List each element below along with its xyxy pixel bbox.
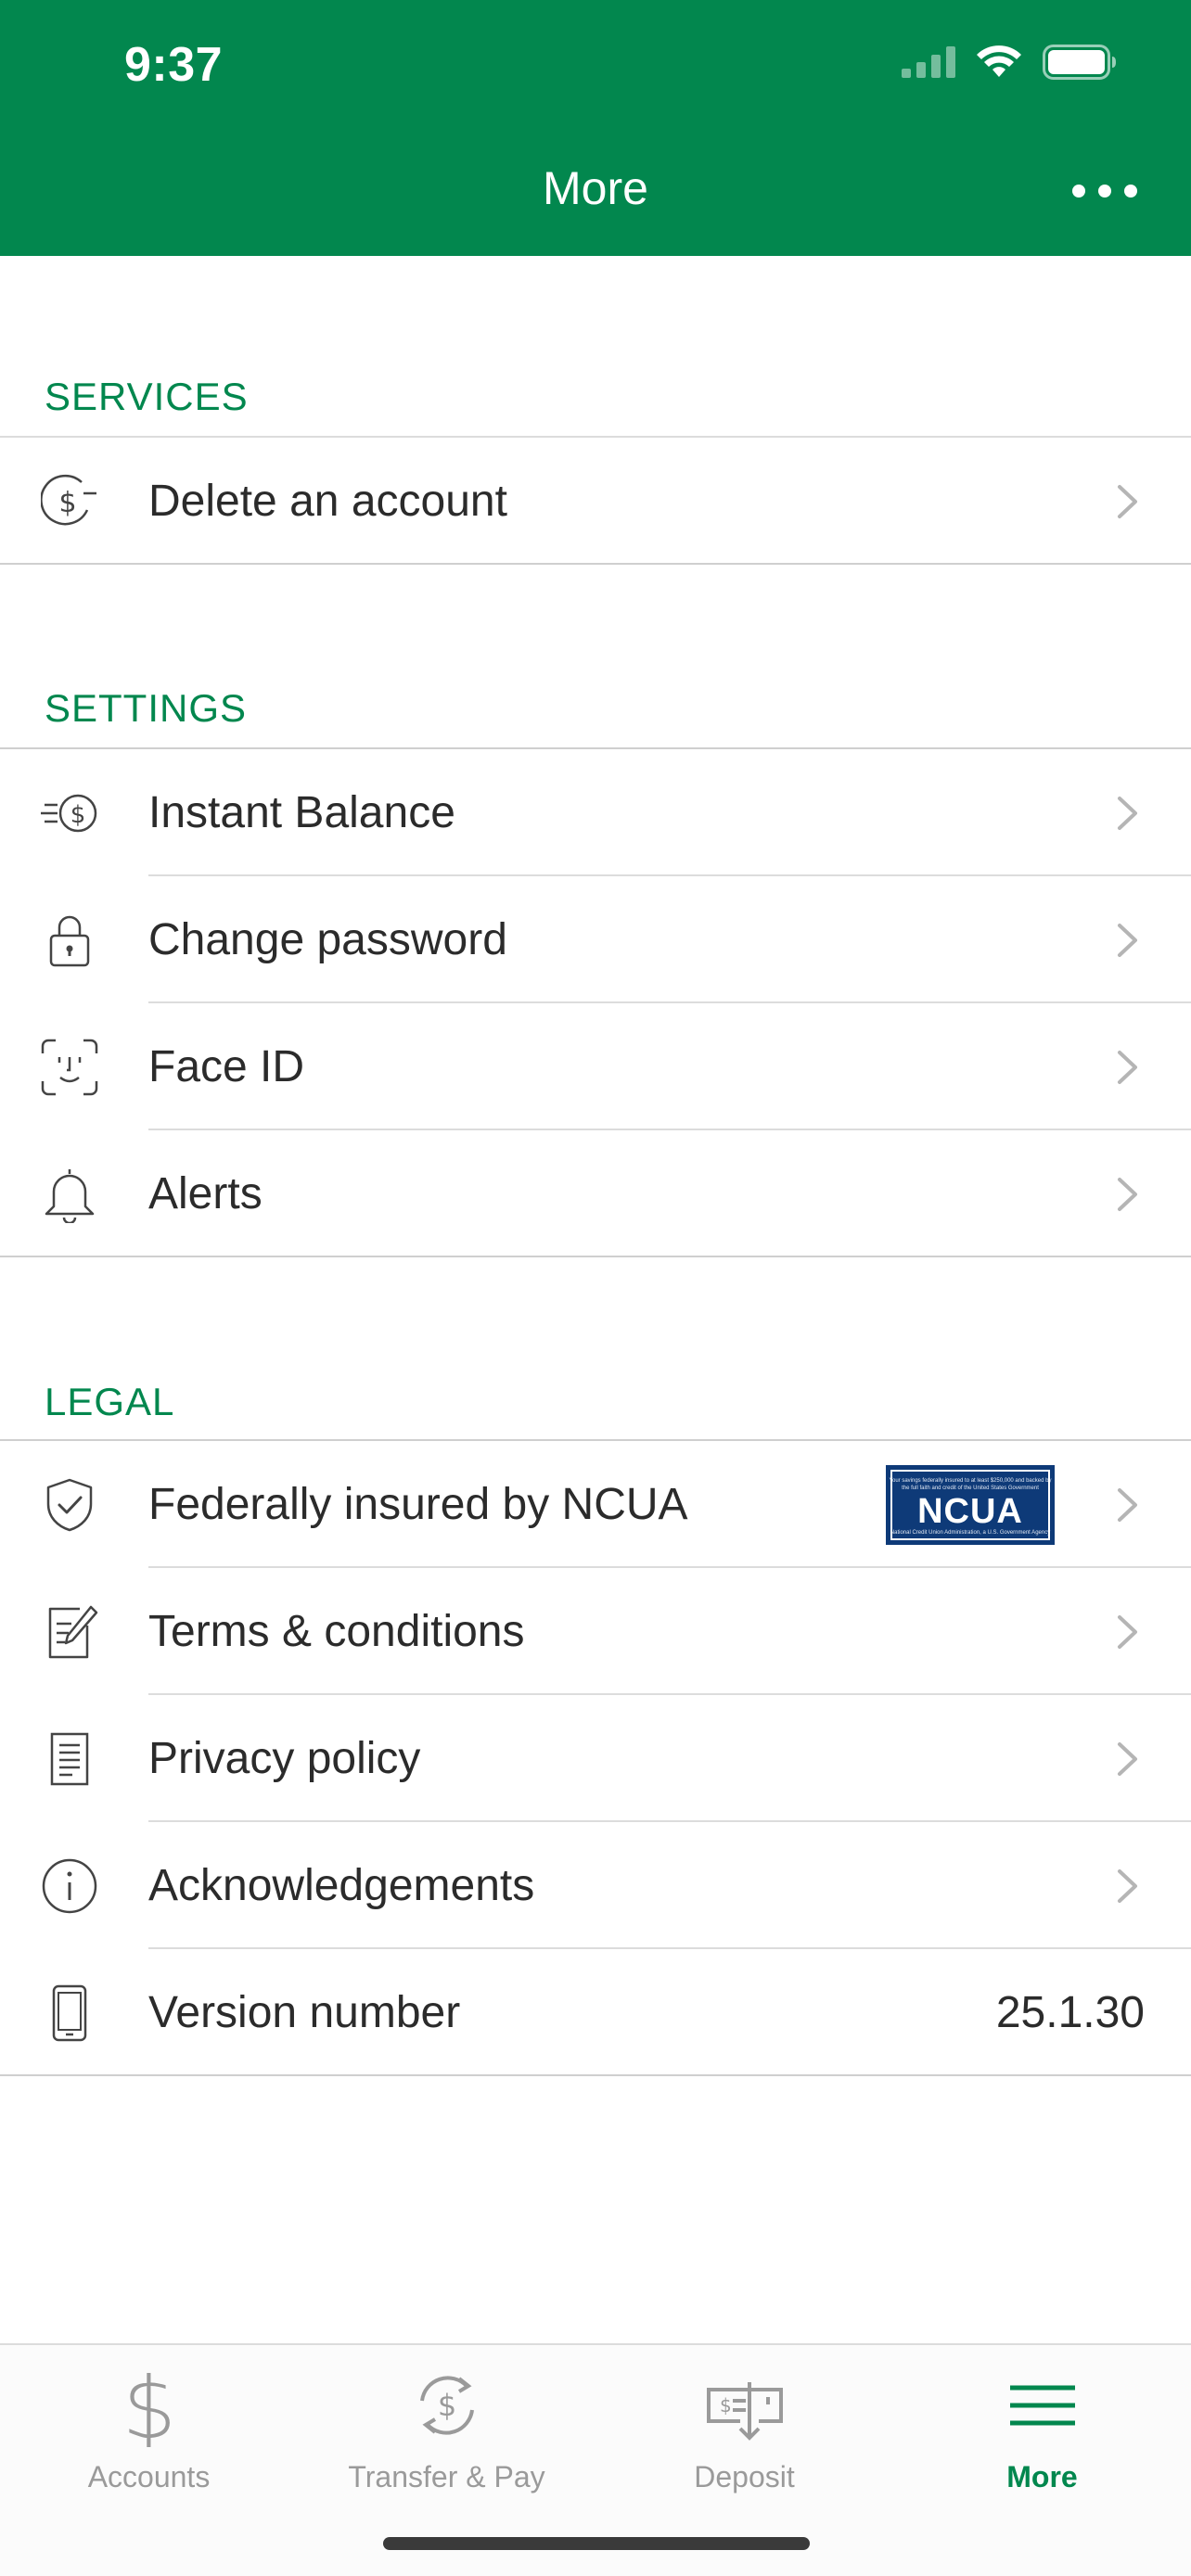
row-label: Privacy policy <box>148 1734 421 1783</box>
row-face-id[interactable]: Face ID <box>0 1003 1191 1130</box>
row-delete-account[interactable]: $ Delete an account <box>0 438 1191 565</box>
chevron-right-icon <box>1118 1615 1137 1649</box>
chevron-right-icon <box>1118 1051 1137 1084</box>
status-time: 9:37 <box>124 38 224 92</box>
row-label: Version number <box>148 1988 461 2037</box>
more-options-button[interactable] <box>1072 172 1137 210</box>
svg-text:$: $ <box>70 801 86 829</box>
check-deposit-icon: $ <box>706 2382 783 2441</box>
chevron-right-icon <box>1118 1742 1137 1776</box>
header: 9:37 More <box>0 0 1191 256</box>
dot-icon <box>1072 185 1085 198</box>
tab-label: Accounts <box>87 2460 211 2493</box>
tab-accounts[interactable]: $ Accounts <box>0 2345 298 2512</box>
divider <box>0 1256 1191 1257</box>
divider <box>0 2074 1191 2076</box>
section-title-services: SERVICES <box>45 375 249 418</box>
tab-label: Transfer & Pay <box>348 2460 545 2493</box>
chevron-right-icon <box>1118 485 1137 518</box>
ncua-badge-fine-top: Your savings federally insured to at lea… <box>889 1478 1052 1491</box>
instant-balance-icon: $ <box>41 794 97 833</box>
chevron-right-icon <box>1118 1869 1137 1903</box>
row-label: Terms & conditions <box>148 1607 525 1656</box>
row-instant-balance[interactable]: $ Instant Balance <box>0 749 1191 876</box>
shield-check-icon <box>46 1478 93 1532</box>
chevron-right-icon <box>1118 1178 1137 1211</box>
bell-icon <box>45 1169 95 1223</box>
tab-label: More <box>1006 2460 1078 2493</box>
page-title: More <box>543 162 648 214</box>
face-id-icon <box>41 1039 98 1096</box>
wifi-icon <box>977 45 1021 77</box>
cellular-signal-icon <box>902 46 955 78</box>
dollar-minus-icon: $ <box>41 474 96 526</box>
ncua-badge-text: NCUA <box>917 1492 1023 1531</box>
status-bar: 9:37 <box>0 0 1191 139</box>
row-label: Federally insured by NCUA <box>148 1480 688 1529</box>
row-change-password[interactable]: Change password <box>0 876 1191 1003</box>
row-alerts[interactable]: Alerts <box>0 1130 1191 1257</box>
row-label: Change password <box>148 915 507 964</box>
row-label: Delete an account <box>148 477 507 526</box>
document-icon <box>50 1732 89 1786</box>
home-indicator <box>383 2537 810 2550</box>
version-value: 25.1.30 <box>995 1988 1145 2037</box>
section-title-legal: LEGAL <box>45 1380 175 1423</box>
ncua-badge-fine-bottom: National Credit Union Administration, a … <box>890 1530 1051 1536</box>
chevron-right-icon <box>1118 797 1137 830</box>
row-ncua[interactable]: Federally insured by NCUA Your savings f… <box>0 1441 1191 1568</box>
row-acknowledgements[interactable]: Acknowledgements <box>0 1822 1191 1949</box>
row-label: Alerts <box>148 1169 263 1218</box>
dot-icon <box>1098 185 1111 198</box>
dollar-icon: $ <box>122 2364 176 2447</box>
row-label: Face ID <box>148 1042 305 1091</box>
tab-more[interactable]: More <box>893 2345 1191 2512</box>
svg-text:$: $ <box>720 2394 732 2417</box>
row-privacy-policy[interactable]: Privacy policy <box>0 1695 1191 1822</box>
row-version-number: Version number 25.1.30 <box>0 1949 1191 2076</box>
row-label: Acknowledgements <box>148 1861 535 1910</box>
lock-icon <box>49 915 90 967</box>
svg-text:$: $ <box>122 2364 176 2447</box>
battery-icon <box>1043 45 1116 80</box>
divider <box>0 563 1191 565</box>
row-label: Instant Balance <box>148 788 455 837</box>
chevron-right-icon <box>1118 1488 1137 1522</box>
status-icons <box>902 45 1117 80</box>
tab-transfer-pay[interactable]: $ Transfer & Pay <box>298 2345 596 2512</box>
section-title-settings: SETTINGS <box>45 686 248 730</box>
tab-label: Deposit <box>694 2460 795 2493</box>
chevron-right-icon <box>1118 924 1137 957</box>
transfer-icon: $ <box>419 2376 474 2435</box>
row-terms[interactable]: Terms & conditions <box>0 1568 1191 1695</box>
svg-text:$: $ <box>58 487 76 519</box>
ncua-badge: Your savings federally insured to at lea… <box>886 1465 1055 1545</box>
info-icon <box>42 1858 97 1914</box>
tab-deposit[interactable]: $ Deposit <box>596 2345 893 2512</box>
menu-icon <box>1009 2385 1075 2426</box>
document-pen-icon <box>48 1605 98 1659</box>
svg-text:$: $ <box>437 2388 455 2423</box>
dot-icon <box>1124 185 1137 198</box>
phone-icon <box>52 1984 87 2042</box>
